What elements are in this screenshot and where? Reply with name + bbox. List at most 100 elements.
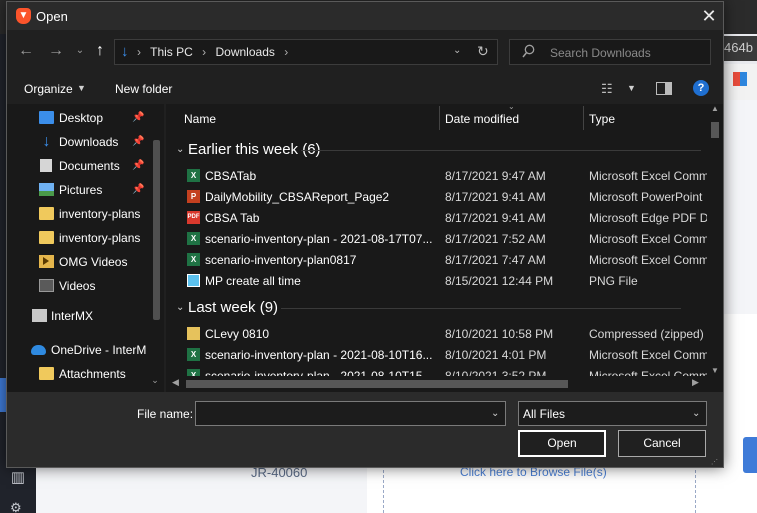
- organize-chevron-icon[interactable]: ▼: [77, 83, 86, 93]
- sidebar-item-desktop[interactable]: Desktop 📌: [7, 107, 147, 129]
- file-name: DailyMobility_CBSAReport_Page2: [205, 190, 390, 204]
- file-type: Microsoft Excel Comma: [589, 169, 709, 183]
- file-row[interactable]: PDF CBSA Tab 8/17/2021 9:41 AM Microsoft…: [166, 207, 709, 228]
- url-fragment: 464b: [724, 40, 753, 55]
- command-bar: Organize ▼ New folder ☷ ▼ ?: [7, 74, 723, 104]
- sidebar-item-documents[interactable]: Documents 📌: [7, 155, 147, 177]
- file-row[interactable]: MP create all time 8/15/2021 12:44 PM PN…: [166, 270, 706, 291]
- bar-chart-icon[interactable]: ▥: [8, 468, 28, 488]
- cancel-button[interactable]: Cancel: [618, 430, 706, 457]
- resize-grip-icon[interactable]: ⋰: [711, 458, 718, 466]
- group-header[interactable]: ⌄ Last week (9): [166, 297, 706, 319]
- preview-pane-icon[interactable]: [656, 82, 672, 95]
- file-date: 8/10/2021 4:01 PM: [445, 348, 547, 362]
- file-row[interactable]: P DailyMobility_CBSAReport_Page2 8/17/20…: [166, 186, 706, 207]
- column-divider[interactable]: [439, 106, 440, 130]
- file-name: MP create all time: [205, 274, 301, 288]
- column-divider[interactable]: [583, 106, 584, 130]
- page-primary-button[interactable]: [743, 437, 757, 473]
- breadcrumb-separator[interactable]: ›: [284, 45, 288, 59]
- column-header-type[interactable]: Type: [589, 104, 615, 132]
- bookmark-favicon-icon[interactable]: [733, 72, 747, 86]
- sidebar-item-videos[interactable]: Videos: [7, 275, 147, 297]
- scroll-right-arrow-icon[interactable]: ▶: [692, 377, 699, 388]
- scroll-left-arrow-icon[interactable]: ◀: [172, 377, 179, 388]
- file-type: Microsoft Excel Comma: [589, 348, 709, 362]
- pin-icon[interactable]: 📌: [132, 160, 144, 171]
- pdf-icon: PDF: [187, 211, 200, 224]
- excel-icon: X: [187, 232, 200, 245]
- collapse-chevron-icon[interactable]: ⌄: [176, 302, 184, 313]
- breadcrumb-downloads[interactable]: Downloads: [216, 45, 275, 59]
- file-row[interactable]: X scenario-inventory-plan - 2021-08-10T1…: [166, 344, 709, 365]
- sidebar-item-label: Pictures: [59, 183, 103, 197]
- excel-icon: X: [187, 169, 200, 182]
- collapse-chevron-icon[interactable]: ⌄: [176, 144, 184, 155]
- file-row[interactable]: CLevy 0810 8/10/2021 10:58 PM Compressed…: [166, 323, 709, 344]
- organize-button[interactable]: Organize: [24, 82, 73, 96]
- excel-icon: X: [187, 253, 200, 266]
- breadcrumb-separator: ›: [137, 45, 141, 59]
- group-label: Last week (9): [188, 299, 279, 316]
- breadcrumb-separator[interactable]: ›: [202, 45, 206, 59]
- vertical-scrollbar[interactable]: [707, 104, 723, 392]
- file-date: 8/15/2021 12:44 PM: [445, 274, 554, 288]
- file-name-input[interactable]: [195, 401, 506, 426]
- forward-arrow-icon[interactable]: →: [45, 40, 67, 62]
- search-box[interactable]: Search Downloads: [509, 39, 711, 65]
- pin-icon[interactable]: 📌: [132, 112, 144, 123]
- sidebar-item-intermx[interactable]: InterMX: [7, 305, 147, 327]
- pin-icon[interactable]: 📌: [132, 184, 144, 195]
- file-name: CBSA Tab: [205, 211, 260, 225]
- sidebar-scroll-thumb[interactable]: [153, 140, 160, 320]
- group-header[interactable]: ⌄ Earlier this week (6): [166, 139, 706, 161]
- brave-lion-icon: ▼: [16, 8, 31, 24]
- open-file-dialog: ▼ Open ✕ ← → ⌄ ↑ ↓ › This PC › Downloads…: [6, 1, 724, 468]
- address-history-chevron-icon[interactable]: ⌄: [453, 45, 461, 56]
- horizontal-scroll-thumb[interactable]: [186, 380, 568, 388]
- view-options-icon[interactable]: ☷: [601, 81, 619, 97]
- sidebar-item-attachments[interactable]: Attachments: [7, 363, 147, 385]
- download-icon: ↓: [42, 133, 51, 150]
- scroll-up-arrow-icon[interactable]: ▲: [707, 104, 723, 113]
- file-type: Microsoft Excel Comma: [589, 232, 709, 246]
- file-name: scenario-inventory-plan0817: [205, 253, 357, 267]
- close-button[interactable]: ✕: [697, 4, 721, 28]
- file-name-chevron-icon[interactable]: ⌄: [491, 408, 499, 419]
- scroll-down-arrow-icon[interactable]: ▼: [707, 366, 723, 375]
- file-row[interactable]: X scenario-inventory-plan - 2021-08-17T0…: [166, 228, 709, 249]
- settings-icon[interactable]: ⚙: [10, 500, 22, 513]
- file-row[interactable]: X scenario-inventory-plan0817 8/17/2021 …: [166, 249, 709, 270]
- pin-icon[interactable]: 📌: [132, 136, 144, 147]
- back-arrow-icon[interactable]: ←: [15, 40, 37, 62]
- up-arrow-icon[interactable]: ↑: [89, 40, 111, 62]
- sidebar-item-inventory-plans[interactable]: inventory-plans: [7, 227, 147, 249]
- breadcrumb: › This PC › Downloads ›: [137, 45, 294, 59]
- sidebar-item-downloads[interactable]: ↓ Downloads 📌: [7, 131, 147, 153]
- refresh-icon[interactable]: ↻: [477, 43, 489, 60]
- file-type-select[interactable]: All Files ⌄: [518, 401, 707, 426]
- sidebar-item-inventory-plans[interactable]: inventory-plans: [7, 203, 147, 225]
- new-folder-button[interactable]: New folder: [115, 82, 172, 96]
- vertical-scroll-thumb[interactable]: [711, 122, 719, 138]
- file-row[interactable]: X CBSATab 8/17/2021 9:47 AM Microsoft Ex…: [166, 165, 709, 186]
- excel-icon: X: [187, 348, 200, 361]
- address-bar[interactable]: ↓ › This PC › Downloads › ⌄ ↻: [114, 39, 498, 65]
- breadcrumb-this-pc[interactable]: This PC: [150, 45, 193, 59]
- view-chevron-icon[interactable]: ▼: [627, 83, 636, 93]
- help-icon[interactable]: ?: [693, 80, 709, 96]
- zip-icon: [187, 327, 200, 340]
- search-icon: [522, 44, 535, 58]
- scroll-down-chevron-icon[interactable]: ⌄: [148, 375, 162, 386]
- open-button[interactable]: Open: [518, 430, 606, 457]
- recent-locations-chevron-icon[interactable]: ⌄: [69, 40, 91, 62]
- folder-icon: [39, 231, 54, 244]
- sidebar-item-omg-videos[interactable]: OMG Videos: [7, 251, 147, 273]
- sidebar-item-label: InterMX: [51, 309, 94, 323]
- png-icon: [187, 274, 200, 287]
- folder-icon: [39, 367, 54, 380]
- file-type: Microsoft Edge PDF Doc: [589, 211, 709, 225]
- column-header-name[interactable]: Name: [184, 104, 439, 132]
- sidebar-item-onedrive[interactable]: OneDrive - InterM: [7, 339, 147, 361]
- sidebar-item-pictures[interactable]: Pictures 📌: [7, 179, 147, 201]
